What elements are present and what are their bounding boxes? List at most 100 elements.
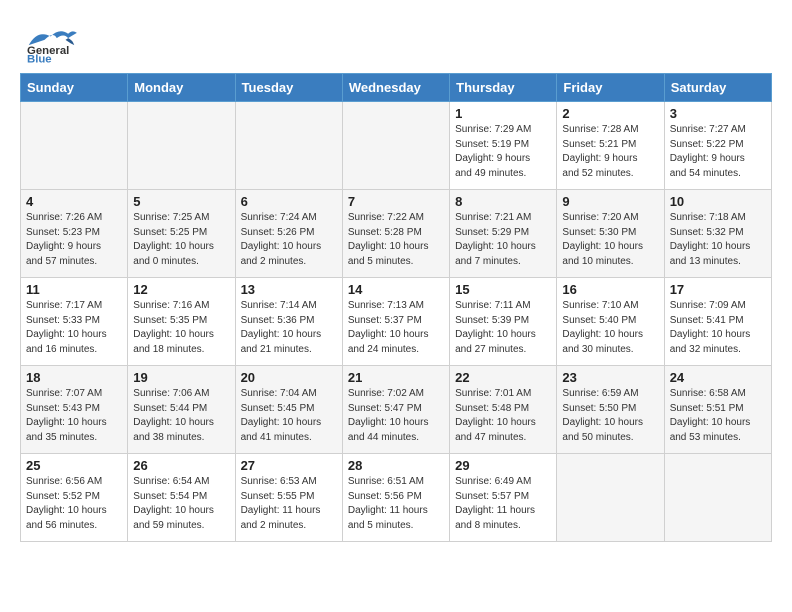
weekday-header-sunday: Sunday <box>21 74 128 102</box>
calendar-cell: 29Sunrise: 6:49 AM Sunset: 5:57 PM Dayli… <box>450 454 557 542</box>
day-number: 21 <box>348 370 444 385</box>
day-info: Sunrise: 6:58 AM Sunset: 5:51 PM Dayligh… <box>670 387 766 445</box>
calendar-week-row: 1 Sunrise: 7:29 AM Sunset: 5:19 PM Daylig… <box>21 102 772 190</box>
weekday-header-monday: Monday <box>128 74 235 102</box>
day-info: Sunrise: 7:13 AM Sunset: 5:37 PM Dayligh… <box>348 299 444 357</box>
calendar-cell: 20Sunrise: 7:04 AM Sunset: 5:45 PM Dayli… <box>235 366 342 454</box>
calendar-cell: 15Sunrise: 7:11 AM Sunset: 5:39 PM Dayli… <box>450 278 557 366</box>
weekday-header-wednesday: Wednesday <box>342 74 449 102</box>
svg-text:Blue: Blue <box>27 54 52 65</box>
calendar-cell: 21 Sunrise: 7:02 AM Sunset: 5:47 PM Dayli… <box>342 366 449 454</box>
day-number: 19 <box>133 370 229 385</box>
calendar-week-row: 11 Sunrise: 7:17 AM Sunset: 5:33 PM Dayli… <box>21 278 772 366</box>
weekday-header-tuesday: Tuesday <box>235 74 342 102</box>
day-number: 8 <box>455 194 551 209</box>
day-info: Sunrise: 7:27 AM Sunset: 5:22 PM Dayligh… <box>670 123 766 181</box>
day-info: Sunrise: 7:01 AM Sunset: 5:48 PM Dayligh… <box>455 387 551 445</box>
day-number: 18 <box>26 370 122 385</box>
calendar-cell: 10 Sunrise: 7:18 AM Sunset: 5:32 PM Dayli… <box>664 190 771 278</box>
day-info: Sunrise: 7:18 AM Sunset: 5:32 PM Dayligh… <box>670 211 766 269</box>
day-info: Sunrise: 6:59 AM Sunset: 5:50 PM Dayligh… <box>562 387 658 445</box>
calendar-cell: 11 Sunrise: 7:17 AM Sunset: 5:33 PM Dayli… <box>21 278 128 366</box>
calendar-week-row: 25Sunrise: 6:56 AM Sunset: 5:52 PM Dayli… <box>21 454 772 542</box>
day-info: Sunrise: 7:14 AM Sunset: 5:36 PM Dayligh… <box>241 299 337 357</box>
logo-icon: General Blue <box>20 20 90 65</box>
calendar-cell <box>342 102 449 190</box>
day-info: Sunrise: 7:10 AM Sunset: 5:40 PM Dayligh… <box>562 299 658 357</box>
day-info: Sunrise: 6:49 AM Sunset: 5:57 PM Dayligh… <box>455 475 551 533</box>
day-info: Sunrise: 7:25 AM Sunset: 5:25 PM Dayligh… <box>133 211 229 269</box>
day-info: Sunrise: 7:28 AM Sunset: 5:21 PM Dayligh… <box>562 123 658 181</box>
day-info: Sunrise: 7:04 AM Sunset: 5:45 PM Dayligh… <box>241 387 337 445</box>
day-number: 1 <box>455 106 551 121</box>
calendar-week-row: 18Sunrise: 7:07 AM Sunset: 5:43 PM Dayli… <box>21 366 772 454</box>
day-number: 22 <box>455 370 551 385</box>
day-info: Sunrise: 7:06 AM Sunset: 5:44 PM Dayligh… <box>133 387 229 445</box>
calendar-cell: 7 Sunrise: 7:22 AM Sunset: 5:28 PM Daylig… <box>342 190 449 278</box>
calendar-cell: 19 Sunrise: 7:06 AM Sunset: 5:44 PM Dayli… <box>128 366 235 454</box>
day-number: 2 <box>562 106 658 121</box>
day-number: 10 <box>670 194 766 209</box>
weekday-header-row: SundayMondayTuesdayWednesdayThursdayFrid… <box>21 74 772 102</box>
day-info: Sunrise: 7:02 AM Sunset: 5:47 PM Dayligh… <box>348 387 444 445</box>
calendar-cell: 9 Sunrise: 7:20 AM Sunset: 5:30 PM Daylig… <box>557 190 664 278</box>
calendar-cell <box>128 102 235 190</box>
calendar-cell: 4 Sunrise: 7:26 AM Sunset: 5:23 PM Daylig… <box>21 190 128 278</box>
day-number: 5 <box>133 194 229 209</box>
day-number: 13 <box>241 282 337 297</box>
calendar-cell: 23 Sunrise: 6:59 AM Sunset: 5:50 PM Dayli… <box>557 366 664 454</box>
day-number: 9 <box>562 194 658 209</box>
day-info: Sunrise: 6:51 AM Sunset: 5:56 PM Dayligh… <box>348 475 444 533</box>
calendar-cell: 14 Sunrise: 7:13 AM Sunset: 5:37 PM Dayli… <box>342 278 449 366</box>
day-info: Sunrise: 7:26 AM Sunset: 5:23 PM Dayligh… <box>26 211 122 269</box>
day-info: Sunrise: 7:11 AM Sunset: 5:39 PM Dayligh… <box>455 299 551 357</box>
logo: General Blue <box>20 20 90 65</box>
day-number: 24 <box>670 370 766 385</box>
day-number: 27 <box>241 458 337 473</box>
calendar-cell: 3Sunrise: 7:27 AM Sunset: 5:22 PM Daylig… <box>664 102 771 190</box>
calendar-cell: 6Sunrise: 7:24 AM Sunset: 5:26 PM Daylig… <box>235 190 342 278</box>
calendar-cell: 2 Sunrise: 7:28 AM Sunset: 5:21 PM Daylig… <box>557 102 664 190</box>
day-info: Sunrise: 7:20 AM Sunset: 5:30 PM Dayligh… <box>562 211 658 269</box>
calendar-cell <box>235 102 342 190</box>
day-number: 17 <box>670 282 766 297</box>
calendar-cell: 17 Sunrise: 7:09 AM Sunset: 5:41 PM Dayli… <box>664 278 771 366</box>
day-info: Sunrise: 6:56 AM Sunset: 5:52 PM Dayligh… <box>26 475 122 533</box>
calendar-cell: 24 Sunrise: 6:58 AM Sunset: 5:51 PM Dayli… <box>664 366 771 454</box>
day-info: Sunrise: 7:29 AM Sunset: 5:19 PM Dayligh… <box>455 123 551 181</box>
day-number: 11 <box>26 282 122 297</box>
day-number: 16 <box>562 282 658 297</box>
calendar-week-row: 4 Sunrise: 7:26 AM Sunset: 5:23 PM Daylig… <box>21 190 772 278</box>
day-info: Sunrise: 6:54 AM Sunset: 5:54 PM Dayligh… <box>133 475 229 533</box>
day-number: 28 <box>348 458 444 473</box>
calendar-table: SundayMondayTuesdayWednesdayThursdayFrid… <box>20 73 772 542</box>
calendar-cell: 8 Sunrise: 7:21 AM Sunset: 5:29 PM Daylig… <box>450 190 557 278</box>
calendar-cell: 25Sunrise: 6:56 AM Sunset: 5:52 PM Dayli… <box>21 454 128 542</box>
day-number: 6 <box>241 194 337 209</box>
calendar-cell <box>21 102 128 190</box>
day-number: 12 <box>133 282 229 297</box>
day-number: 14 <box>348 282 444 297</box>
day-number: 23 <box>562 370 658 385</box>
calendar-cell: 28 Sunrise: 6:51 AM Sunset: 5:56 PM Dayli… <box>342 454 449 542</box>
calendar-cell: 12 Sunrise: 7:16 AM Sunset: 5:35 PM Dayli… <box>128 278 235 366</box>
day-info: Sunrise: 7:09 AM Sunset: 5:41 PM Dayligh… <box>670 299 766 357</box>
calendar-cell: 13 Sunrise: 7:14 AM Sunset: 5:36 PM Dayli… <box>235 278 342 366</box>
day-info: Sunrise: 7:22 AM Sunset: 5:28 PM Dayligh… <box>348 211 444 269</box>
calendar-cell <box>557 454 664 542</box>
day-number: 26 <box>133 458 229 473</box>
day-info: Sunrise: 7:21 AM Sunset: 5:29 PM Dayligh… <box>455 211 551 269</box>
day-number: 7 <box>348 194 444 209</box>
calendar-cell: 26 Sunrise: 6:54 AM Sunset: 5:54 PM Dayli… <box>128 454 235 542</box>
day-info: Sunrise: 7:16 AM Sunset: 5:35 PM Dayligh… <box>133 299 229 357</box>
calendar-cell: 22 Sunrise: 7:01 AM Sunset: 5:48 PM Dayli… <box>450 366 557 454</box>
calendar-cell: 16 Sunrise: 7:10 AM Sunset: 5:40 PM Dayli… <box>557 278 664 366</box>
day-info: Sunrise: 6:53 AM Sunset: 5:55 PM Dayligh… <box>241 475 337 533</box>
calendar-cell: 18Sunrise: 7:07 AM Sunset: 5:43 PM Dayli… <box>21 366 128 454</box>
day-info: Sunrise: 7:17 AM Sunset: 5:33 PM Dayligh… <box>26 299 122 357</box>
weekday-header-thursday: Thursday <box>450 74 557 102</box>
day-number: 4 <box>26 194 122 209</box>
calendar-cell: 1 Sunrise: 7:29 AM Sunset: 5:19 PM Daylig… <box>450 102 557 190</box>
weekday-header-friday: Friday <box>557 74 664 102</box>
calendar-cell: 27 Sunrise: 6:53 AM Sunset: 5:55 PM Dayli… <box>235 454 342 542</box>
